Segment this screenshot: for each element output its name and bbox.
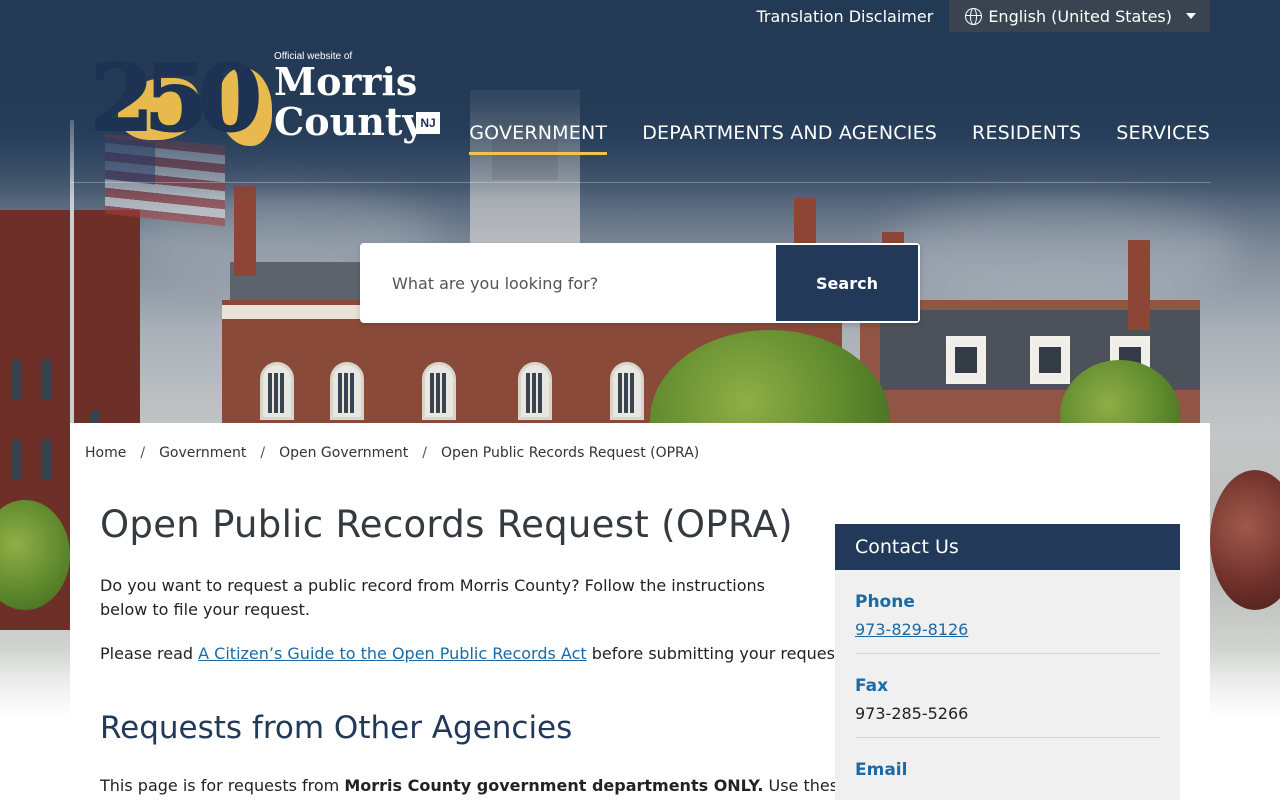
- page-title: Open Public Records Request (OPRA): [100, 503, 793, 546]
- nav-services[interactable]: SERVICES: [1116, 122, 1210, 155]
- arched-window: [260, 362, 294, 420]
- fax-value: 973-285-5266: [855, 704, 969, 723]
- logo-name-line2: County: [274, 99, 425, 144]
- citizens-guide-link[interactable]: A Citizen’s Guide to the Open Public Rec…: [198, 644, 587, 663]
- breadcrumb-separator: /: [260, 445, 266, 461]
- agencies-paragraph: This page is for requests from Morris Co…: [100, 774, 890, 798]
- contact-us-panel: Contact Us Phone 973-829-8126 Fax 973-28…: [835, 524, 1180, 800]
- section-heading-other-agencies: Requests from Other Agencies: [100, 710, 573, 746]
- guide-suffix: before submitting your request.: [591, 644, 847, 663]
- search-input[interactable]: [360, 243, 776, 323]
- fax-label: Fax: [855, 676, 889, 696]
- content-card: Home / Government / Open Government / Op…: [70, 423, 1210, 800]
- contact-fax: Fax 973-285-5266: [855, 654, 1160, 738]
- tree: [1210, 470, 1280, 610]
- arched-window: [422, 362, 456, 420]
- phone-link[interactable]: 973-829-8126: [855, 620, 968, 639]
- arched-window: [610, 362, 644, 420]
- main-navigation: GOVERNMENT DEPARTMENTS AND AGENCIES RESI…: [469, 122, 1210, 155]
- nav-departments-and-agencies[interactable]: DEPARTMENTS AND AGENCIES: [642, 122, 937, 155]
- chimney: [1128, 240, 1150, 330]
- language-label: English (United States): [988, 6, 1172, 26]
- language-select[interactable]: English (United States): [949, 0, 1210, 32]
- breadcrumb: Home / Government / Open Government / Op…: [85, 445, 699, 461]
- search-box: Search: [360, 243, 920, 323]
- contact-heading: Contact Us: [835, 524, 1180, 570]
- breadcrumb-home[interactable]: Home: [85, 445, 126, 461]
- nav-residents[interactable]: RESIDENTS: [972, 122, 1081, 155]
- search-button[interactable]: Search: [776, 245, 918, 321]
- guide-paragraph: Please read A Citizen’s Guide to the Ope…: [100, 642, 846, 666]
- utility-bar: Translation Disclaimer English (United S…: [756, 0, 1210, 32]
- dormer-window: [946, 336, 986, 384]
- nav-divider: [70, 182, 1210, 183]
- globe-icon: [965, 7, 983, 25]
- logo-name-line1: Morris: [274, 59, 418, 104]
- caret-down-icon: [1186, 13, 1196, 19]
- breadcrumb-separator: /: [140, 445, 146, 461]
- email-label: Email: [855, 760, 908, 780]
- dormer-window: [1030, 336, 1070, 384]
- contact-email: Email: [855, 738, 1160, 800]
- contact-phone: Phone 973-829-8126: [855, 570, 1160, 654]
- agencies-prefix: This page is for requests from: [100, 776, 340, 795]
- arched-window: [518, 362, 552, 420]
- arched-window: [330, 362, 364, 420]
- breadcrumb-separator: /: [422, 445, 427, 461]
- logo-state-badge: NJ: [416, 112, 440, 134]
- agencies-bold: Morris County government departments ONL…: [344, 776, 764, 795]
- translation-disclaimer-link[interactable]: Translation Disclaimer: [756, 7, 933, 26]
- contact-body: Phone 973-829-8126 Fax 973-285-5266 Emai…: [835, 570, 1180, 800]
- breadcrumb-current: Open Public Records Request (OPRA): [440, 445, 700, 461]
- breadcrumb-open-government[interactable]: Open Government: [279, 445, 408, 461]
- phone-label: Phone: [855, 592, 915, 612]
- logo-number: 250: [89, 44, 263, 152]
- county-logo[interactable]: 250 Official website of Morris County NJ: [89, 44, 450, 158]
- guide-prefix: Please read: [100, 644, 194, 663]
- breadcrumb-government[interactable]: Government: [159, 445, 246, 461]
- nav-government[interactable]: GOVERNMENT: [469, 122, 608, 155]
- intro-paragraph: Do you want to request a public record f…: [100, 576, 765, 619]
- cloud: [880, 200, 1240, 300]
